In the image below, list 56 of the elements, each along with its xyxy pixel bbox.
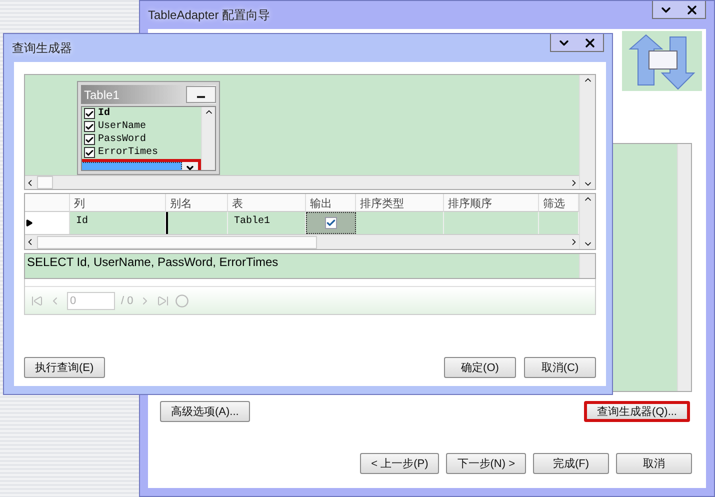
sql-pane[interactable]: SELECT Id, UserName, PassWord, ErrorTimes [25, 254, 579, 278]
scrollbar[interactable] [579, 75, 595, 189]
table-box[interactable]: Table1 Id UserName PassWord ErrorTimes [77, 81, 220, 175]
check-icon [326, 218, 336, 228]
scrollbar[interactable] [25, 175, 579, 189]
row-header[interactable] [25, 212, 70, 234]
record-count: / 0 [121, 294, 134, 306]
table-cell: Table1 [228, 212, 306, 234]
window-title: TableAdapter 配置向导 [148, 6, 270, 24]
table-cell [166, 212, 228, 234]
execute-query-button[interactable]: 执行查询(E) [24, 357, 105, 378]
column-header[interactable]: 表 [228, 194, 306, 212]
last-record-button[interactable] [157, 294, 170, 306]
first-record-button[interactable] [31, 294, 43, 306]
scrollbar[interactable] [677, 144, 691, 391]
current-row-icon [25, 219, 33, 227]
query-builder-button[interactable]: 查询生成器(Q)... [584, 401, 690, 422]
column-header[interactable]: 排序顺序 [444, 194, 539, 212]
scrollbar[interactable] [579, 254, 595, 278]
column-header[interactable]: 输出 [306, 194, 356, 212]
table-cell: Id [70, 212, 166, 234]
column-checkbox[interactable] [84, 121, 95, 132]
dialog-title: 查询生成器 [12, 40, 72, 56]
column-header[interactable]: 排序类型 [356, 194, 444, 212]
ok-button[interactable]: 确定(O) [444, 357, 516, 378]
dropdown-button[interactable] [182, 162, 198, 170]
scrollbar-thumb[interactable] [37, 236, 317, 248]
column-name: ErrorTimes [98, 146, 158, 159]
scrollbar[interactable] [201, 107, 215, 170]
sql-text: SELECT Id, UserName, PassWord, ErrorTimes [27, 255, 280, 269]
column-name: UserName [98, 120, 146, 133]
advanced-options-button[interactable]: 高级选项(A)... [160, 401, 250, 422]
scrollbar-thumb[interactable] [37, 176, 53, 189]
cancel-button[interactable]: 取消(C) [524, 357, 596, 378]
column-name: Id [98, 107, 110, 120]
column-header[interactable]: 筛选 [539, 194, 579, 212]
grid-corner [25, 194, 70, 212]
column-checkbox[interactable] [84, 147, 95, 158]
column-name: PassWord [98, 133, 146, 146]
stop-button[interactable] [175, 294, 190, 308]
column-header[interactable]: 列 [70, 194, 166, 212]
close-icon [583, 36, 597, 50]
table-cell [539, 212, 579, 234]
wizard-nav-button[interactable]: 取消 [616, 453, 692, 474]
wizard-nav-button[interactable]: < 上一步(P) [360, 453, 440, 474]
column-checkbox[interactable] [84, 134, 95, 145]
column-checkbox[interactable] [84, 108, 95, 119]
minimize-table-button[interactable] [186, 86, 216, 103]
wizard-nav-button[interactable]: 完成(F) [533, 453, 609, 474]
table-title: Table1 [84, 88, 120, 102]
output-checkbox[interactable] [325, 217, 337, 229]
wizard-nav-button[interactable]: 下一步(N) > [446, 453, 526, 474]
scrollbar[interactable] [25, 234, 579, 249]
close-icon [685, 2, 699, 16]
scrollbar[interactable] [579, 194, 595, 249]
column-header[interactable]: 别名 [166, 194, 228, 212]
